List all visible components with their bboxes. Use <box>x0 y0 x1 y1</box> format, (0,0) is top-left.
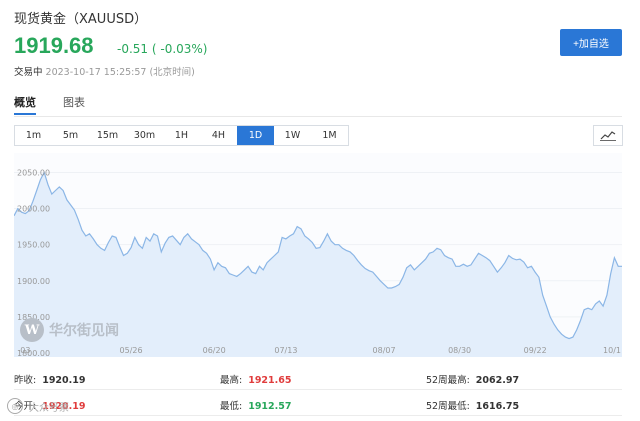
price-change: -0.51 ( -0.03%) <box>117 42 208 56</box>
x-tick-label: 05/26 <box>120 346 143 355</box>
period-4h[interactable]: 4H <box>200 126 237 145</box>
brand-name: 华尔街见闻 <box>49 323 119 339</box>
period-30m[interactable]: 30m <box>126 126 163 145</box>
period-5m[interactable]: 5m <box>52 126 89 145</box>
bottom-watermark: ◎ 大众号票 <box>7 398 69 414</box>
stat-high: 最高: 1921.65 <box>220 372 291 386</box>
stats-divider <box>14 389 622 390</box>
brand-watermark: W 华尔街见闻 <box>20 318 119 342</box>
stat-52w-low: 52周最低: 1616.75 <box>426 398 519 412</box>
stat-52w-high: 52周最高: 2062.97 <box>426 372 519 386</box>
y-tick-label: 2000.00 <box>17 205 50 214</box>
stat-label: 52周最高: <box>426 375 470 386</box>
y-tick-label: 1950.00 <box>17 241 50 250</box>
add-watchlist-button[interactable]: +加自选 <box>560 29 622 56</box>
trading-status: 交易中 <box>14 67 43 78</box>
x-tick-label: 07/13 <box>274 346 297 355</box>
watermark-icon: ◎ <box>7 398 23 414</box>
stat-value: 1921.65 <box>248 375 292 386</box>
x-tick-label: 08/07 <box>373 346 396 355</box>
y-tick-label: 1900.00 <box>17 277 50 286</box>
stat-label: 最高: <box>220 375 243 386</box>
stats-divider <box>14 415 622 416</box>
stat-value: 1616.75 <box>475 401 520 412</box>
x-tick-label: 08/30 <box>448 346 471 355</box>
stat-value: 1912.57 <box>248 401 292 412</box>
quote-timestamp: 2023-10-17 15:25:57 (北京时间) <box>45 67 195 78</box>
stat-label: 52周最低: <box>426 401 470 412</box>
period-selector: 1m 5m 15m 30m 1H 4H 1D 1W 1M <box>14 125 349 146</box>
line-chart-icon <box>600 131 616 141</box>
trading-status-line: 交易中 2023-10-17 15:25:57 (北京时间) <box>14 64 195 78</box>
x-tick-label: 10/1 <box>603 346 621 355</box>
tab-chart[interactable]: 图表 <box>63 94 85 110</box>
y-tick-label: 2050.00 <box>17 168 50 177</box>
active-tab-indicator <box>14 113 36 115</box>
x-tick-label: 03 <box>20 346 30 355</box>
x-tick-label: 09/22 <box>524 346 547 355</box>
current-price: 1919.68 <box>14 33 94 58</box>
stat-value: 2062.97 <box>475 375 520 386</box>
period-1m[interactable]: 1m <box>15 126 52 145</box>
stat-low: 最低: 1912.57 <box>220 398 291 412</box>
stat-prev-close: 昨收: 1920.19 <box>14 372 85 386</box>
period-1mo[interactable]: 1M <box>311 126 348 145</box>
period-1h[interactable]: 1H <box>163 126 200 145</box>
period-1d[interactable]: 1D <box>237 126 274 145</box>
stat-label: 昨收: <box>14 375 37 386</box>
stat-label: 最低: <box>220 401 243 412</box>
chart-type-button[interactable] <box>593 125 623 146</box>
tabs-divider <box>14 116 622 117</box>
brand-logo-icon: W <box>20 318 44 342</box>
period-15m[interactable]: 15m <box>89 126 126 145</box>
tab-overview[interactable]: 概览 <box>14 94 36 110</box>
instrument-title: 现货黄金（XAUUSD） <box>14 12 148 27</box>
period-1w[interactable]: 1W <box>274 126 311 145</box>
x-tick-label: 06/20 <box>203 346 226 355</box>
stat-value: 1920.19 <box>42 375 86 386</box>
bottom-watermark-text: 大众号票 <box>29 402 69 414</box>
